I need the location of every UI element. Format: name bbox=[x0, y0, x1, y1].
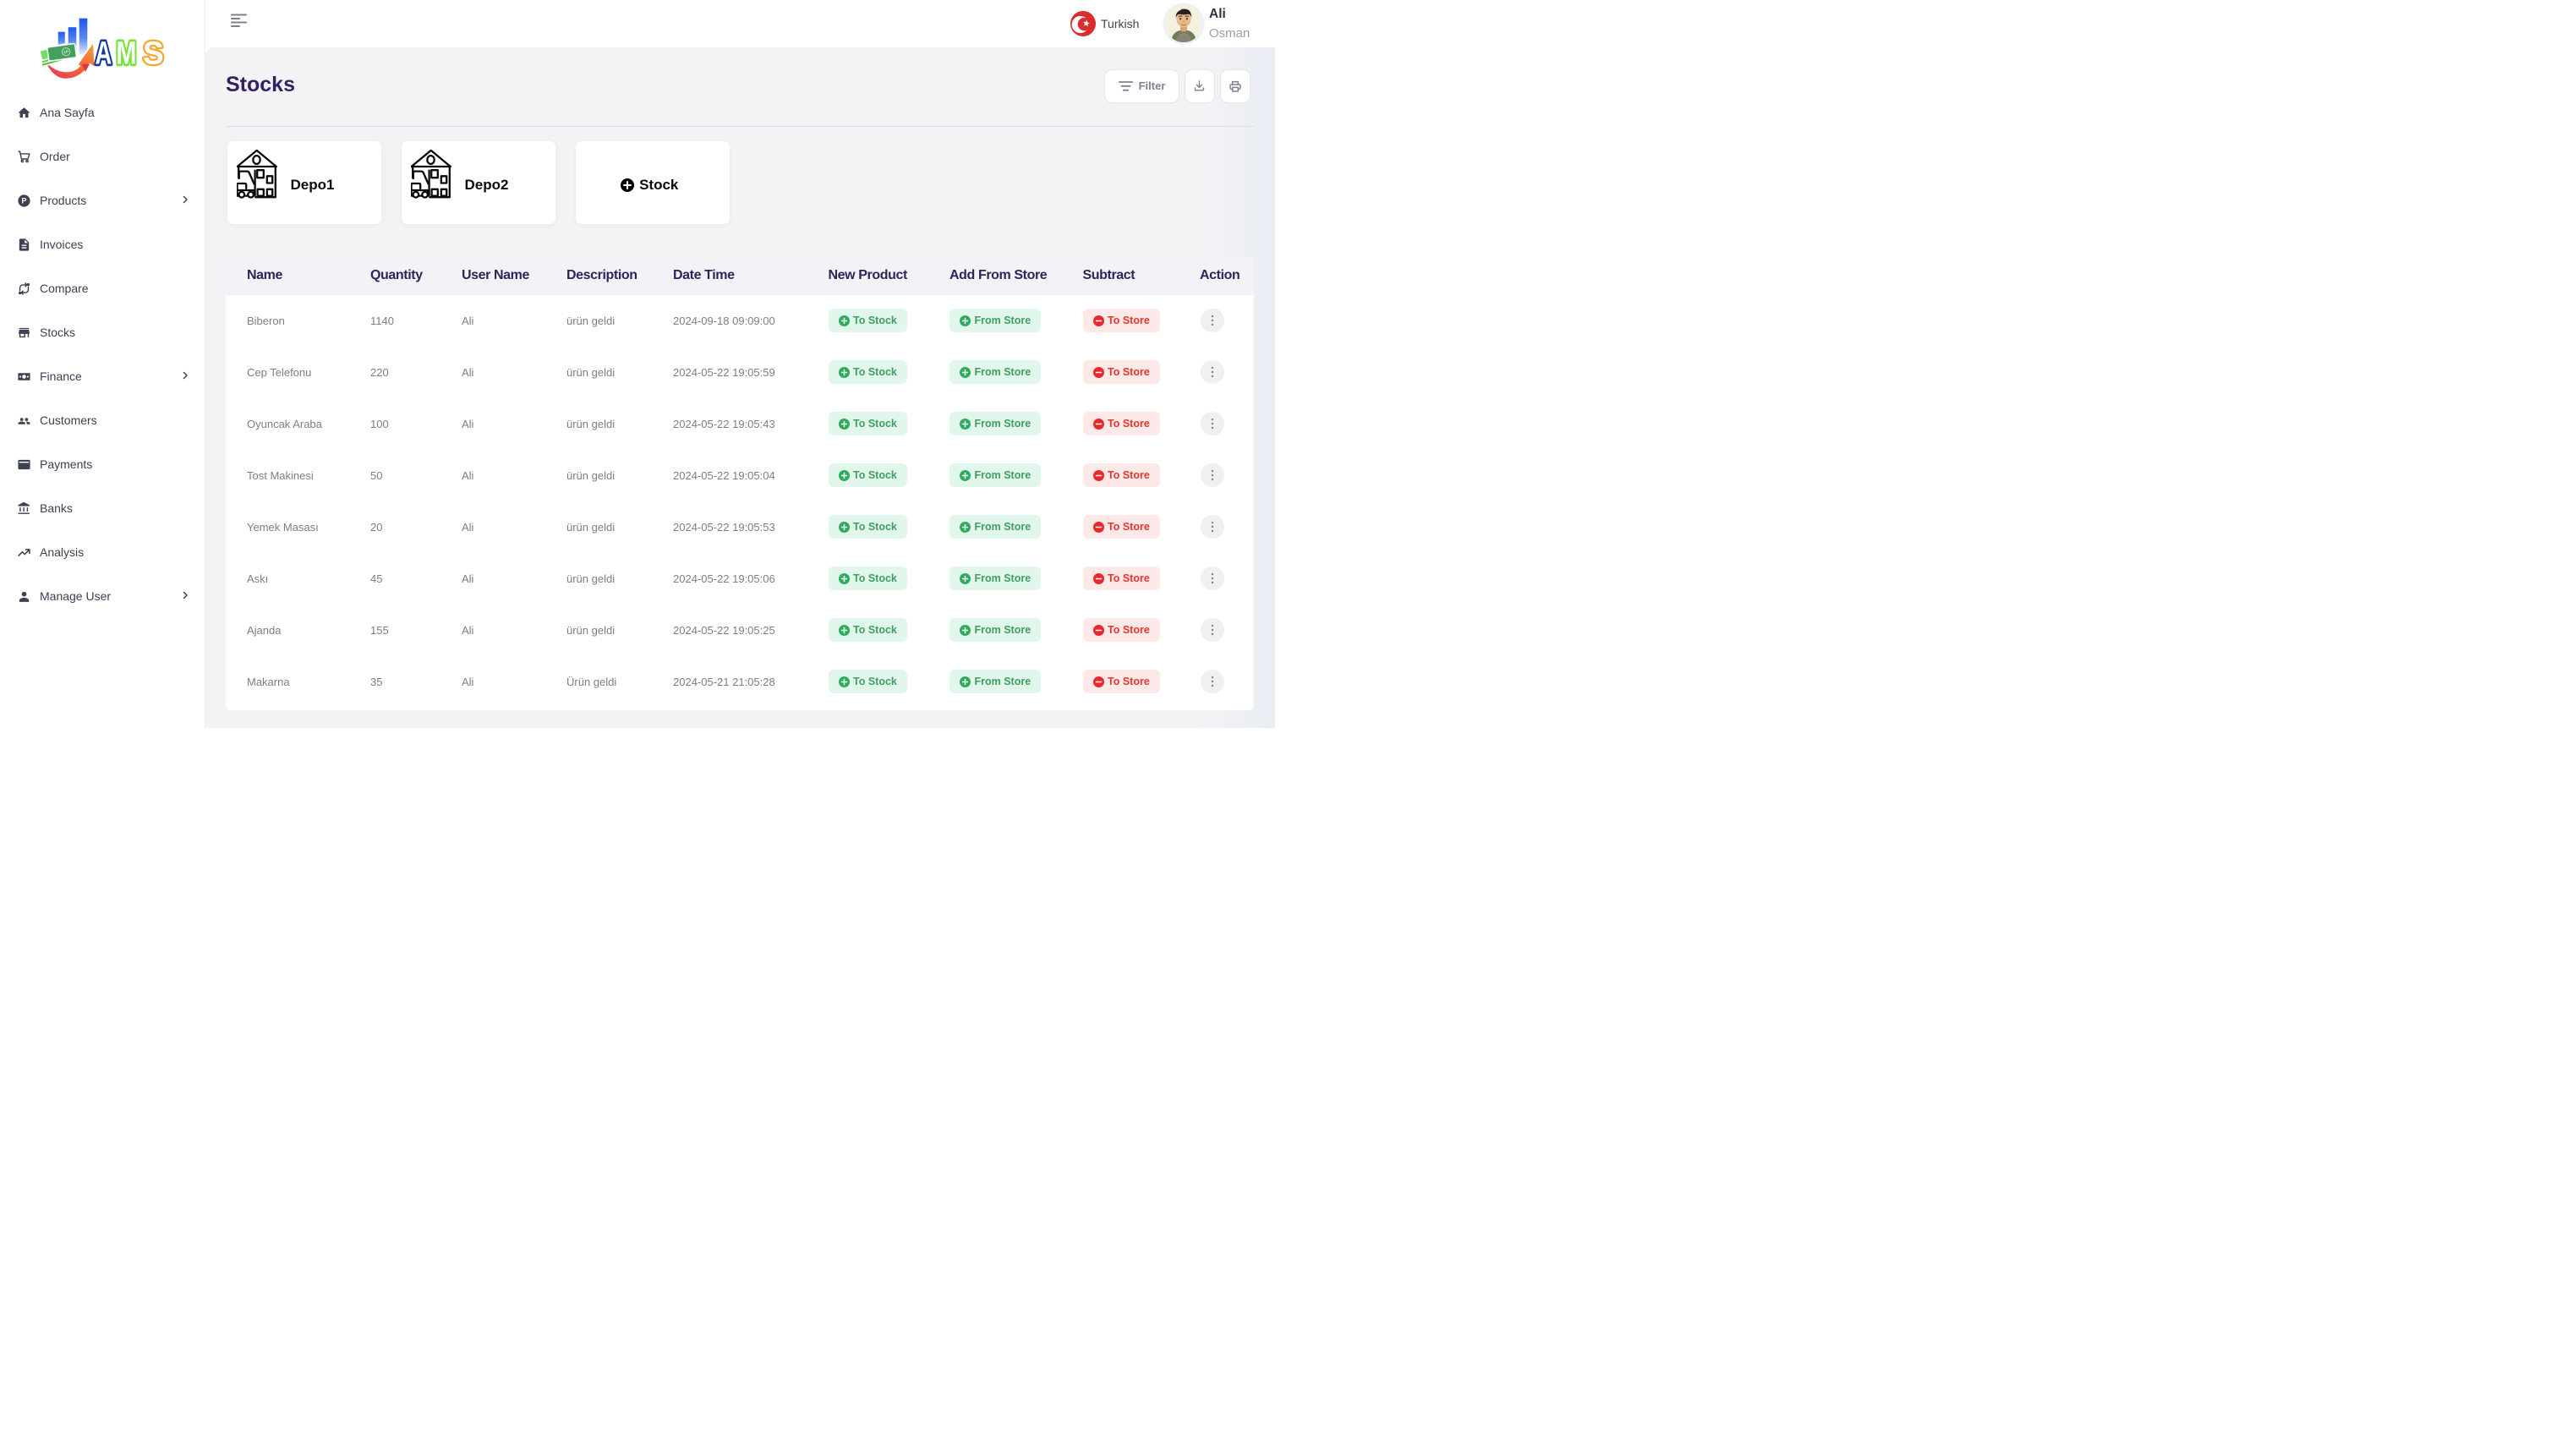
svg-text:S: S bbox=[143, 35, 164, 70]
svg-text:A: A bbox=[96, 35, 112, 70]
svg-text:P: P bbox=[21, 196, 26, 205]
svg-text:M: M bbox=[117, 36, 137, 72]
